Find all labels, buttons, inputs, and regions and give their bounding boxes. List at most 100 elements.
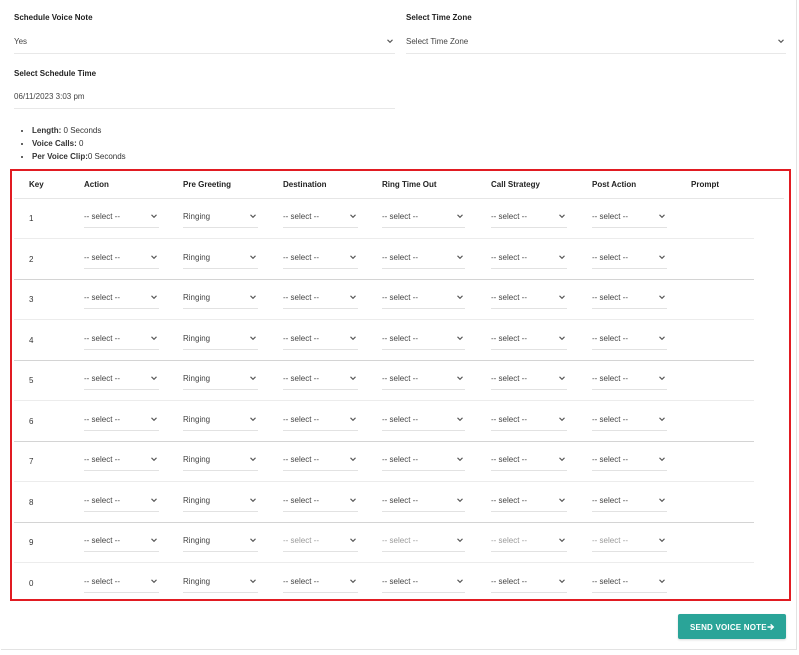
row-key: 2 [29,254,34,264]
action-select[interactable]: -- select -- [84,287,159,309]
ring-time-out-value: -- select -- [382,536,418,545]
post-action-select[interactable]: -- select -- [592,287,667,309]
chevron-down-icon [657,454,667,464]
action-select[interactable]: -- select -- [84,368,159,390]
destination-select[interactable]: -- select -- [283,287,358,309]
pre-greeting-select[interactable]: Ringing [183,368,258,390]
pre-greeting-select[interactable]: Ringing [183,409,258,431]
stat-per-voice-clip-label: Per Voice Clip: [32,152,88,161]
post-action-select[interactable]: -- select -- [592,449,667,471]
pre-greeting-select[interactable]: Ringing [183,449,258,471]
ring-time-out-select[interactable]: -- select -- [382,530,465,552]
chevron-down-icon [557,535,567,545]
pre-greeting-select[interactable]: Ringing [183,530,258,552]
destination-select[interactable]: -- select -- [283,490,358,512]
call-strategy-select[interactable]: -- select -- [491,409,567,431]
ring-time-out-select[interactable]: -- select -- [382,490,465,512]
post-action-select[interactable]: -- select -- [592,206,667,228]
destination-value: -- select -- [283,252,319,262]
call-strategy-select[interactable]: -- select -- [491,449,567,471]
call-strategy-select[interactable]: -- select -- [491,287,567,309]
post-action-select[interactable]: -- select -- [592,409,667,431]
pre-greeting-select[interactable]: Ringing [183,571,258,593]
schedule-voice-note-select[interactable]: Yes [14,37,395,54]
post-action-select[interactable]: -- select -- [592,490,667,512]
ring-time-out-select[interactable]: -- select -- [382,409,465,431]
post-action-select[interactable]: -- select -- [592,328,667,350]
call-strategy-select[interactable]: -- select -- [491,368,567,390]
send-voice-note-button[interactable]: SEND VOICE NOTE [678,614,786,639]
header-action: Action [84,180,109,189]
time-zone-select[interactable]: Select Time Zone [406,37,786,54]
chevron-down-icon [455,495,465,505]
table-row: 6 -- select -- Ringing -- select -- -- selec… [14,401,754,442]
pre-greeting-value: Ringing [183,293,211,302]
destination-select[interactable]: -- select -- [283,409,358,431]
action-value: -- select -- [84,455,120,464]
destination-select[interactable]: -- select -- [283,328,358,350]
pre-greeting-select[interactable]: Ringing [183,490,258,512]
chevron-down-icon [348,252,358,262]
ring-time-out-select[interactable]: -- select -- [382,571,465,593]
action-select[interactable]: -- select -- [84,490,159,512]
ring-time-out-select[interactable]: -- select -- [382,206,465,228]
ring-time-out-select[interactable]: -- select -- [382,287,465,309]
ring-time-out-select[interactable]: -- select -- [382,247,465,269]
post-action-select[interactable]: -- select -- [592,368,667,390]
row-key: 0 [29,578,34,588]
ring-time-out-select[interactable]: -- select -- [382,368,465,390]
pre-greeting-select[interactable]: Ringing [183,247,258,269]
pre-greeting-value: Ringing [183,333,211,343]
post-action-value: -- select -- [592,495,628,505]
call-strategy-value: -- select -- [491,374,527,383]
destination-select[interactable]: -- select -- [283,368,358,390]
destination-select[interactable]: -- select -- [283,206,358,228]
schedule-time-input[interactable]: 06/11/2023 3:03 pm [14,92,395,109]
chevron-down-icon [248,454,258,464]
call-strategy-select[interactable]: -- select -- [491,206,567,228]
action-select[interactable]: -- select -- [84,530,159,552]
chevron-down-icon [455,252,465,262]
action-select[interactable]: -- select -- [84,409,159,431]
destination-select[interactable]: -- select -- [283,571,358,593]
prompt-cell [691,490,751,511]
action-select[interactable]: -- select -- [84,247,159,269]
action-value: -- select -- [84,293,120,302]
pre-greeting-select[interactable]: Ringing [183,206,258,228]
ring-time-out-select[interactable]: -- select -- [382,328,465,350]
destination-select[interactable]: -- select -- [283,247,358,269]
chevron-down-icon [149,373,159,383]
ring-time-out-value: -- select -- [382,252,418,262]
call-strategy-select[interactable]: -- select -- [491,571,567,593]
call-strategy-select[interactable]: -- select -- [491,247,567,269]
header-post-action: Post Action [592,180,637,189]
chevron-down-icon [657,252,667,262]
destination-select[interactable]: -- select -- [283,449,358,471]
table-row: 1 -- select -- Ringing -- select -- -- selec… [14,198,754,239]
action-select[interactable]: -- select -- [84,571,159,593]
key-mapping-table: Key Action Pre Greeting Destination Ring… [10,169,791,601]
call-strategy-value: -- select -- [491,495,527,505]
pre-greeting-select[interactable]: Ringing [183,287,258,309]
call-strategy-select[interactable]: -- select -- [491,490,567,512]
pre-greeting-select[interactable]: Ringing [183,328,258,350]
post-action-select[interactable]: -- select -- [592,571,667,593]
post-action-select[interactable]: -- select -- [592,247,667,269]
chevron-down-icon [455,333,465,343]
prompt-cell [691,247,751,268]
action-select[interactable]: -- select -- [84,206,159,228]
call-strategy-select[interactable]: -- select -- [491,328,567,350]
header-pre-greeting: Pre Greeting [183,180,232,189]
chevron-down-icon [248,414,258,424]
prompt-cell [691,571,751,592]
call-strategy-select[interactable]: -- select -- [491,530,567,552]
action-select[interactable]: -- select -- [84,449,159,471]
action-select[interactable]: -- select -- [84,328,159,350]
row-key: 9 [29,538,34,547]
chevron-down-icon [455,414,465,424]
post-action-select[interactable]: -- select -- [592,530,667,552]
destination-value: -- select -- [283,455,319,464]
destination-select[interactable]: -- select -- [283,530,358,552]
ring-time-out-select[interactable]: -- select -- [382,449,465,471]
ring-time-out-value: -- select -- [382,293,418,302]
